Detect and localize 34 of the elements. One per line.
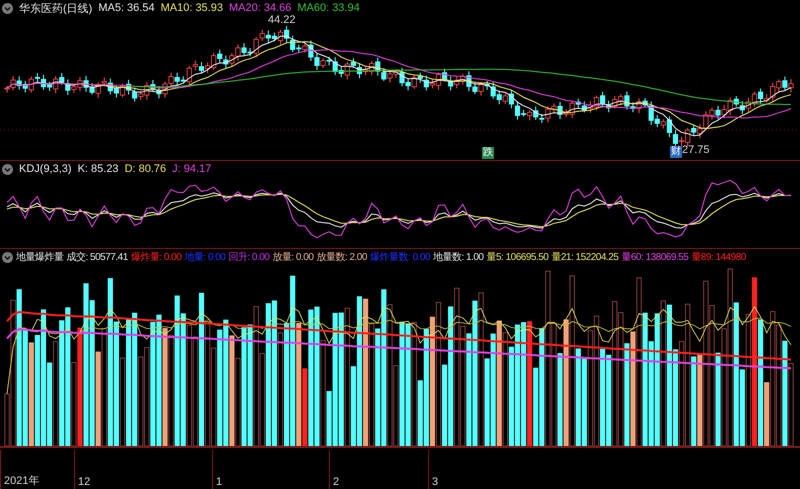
indicator-value: J: 94.17 bbox=[172, 163, 212, 175]
low-price-label: 27.75 bbox=[682, 144, 710, 156]
indicator-value: MA10: 35.93 bbox=[160, 2, 223, 14]
high-price-label: 44.22 bbox=[268, 14, 296, 26]
event-marker[interactable]: 跌 bbox=[482, 147, 494, 159]
indicator-value: 爆炸量: 0.00 bbox=[130, 250, 182, 264]
axis-label: 2 bbox=[329, 450, 340, 489]
indicator-value: K: 85.23 bbox=[78, 163, 119, 175]
indicator-value: MA5: 36.54 bbox=[98, 2, 155, 14]
event-marker[interactable]: 财 bbox=[670, 146, 682, 158]
indicator-value: 成交: 50577.41 bbox=[66, 250, 128, 264]
indicator-value: 地量数: 1.00 bbox=[432, 250, 484, 264]
indicator-value: D: 80.76 bbox=[124, 163, 166, 175]
indicator-value: 量89: 144980 bbox=[691, 251, 746, 264]
indicator-value: MA60: 33.94 bbox=[297, 2, 360, 14]
indicator-value: 放量: 0.00 bbox=[272, 251, 314, 264]
axis-label: 3 bbox=[428, 450, 438, 489]
pane-title: KDJ(9,3,3) bbox=[19, 163, 72, 175]
indicator-value: MA20: 34.66 bbox=[228, 2, 292, 14]
axis-label: 1 bbox=[212, 450, 222, 489]
indicator-value: 爆炸量数: 0.00 bbox=[370, 250, 430, 264]
chevron-down-icon[interactable] bbox=[2, 164, 13, 174]
chevron-down-icon[interactable] bbox=[2, 252, 13, 262]
indicator-value: 量21: 152204.25 bbox=[551, 251, 618, 264]
axis-label: 2021年 bbox=[0, 450, 40, 489]
indicator-value: 放量数: 2.00 bbox=[316, 251, 367, 264]
indicator-value: 量5: 106695.50 bbox=[486, 251, 548, 264]
pane-title: 华东医药(日线) bbox=[19, 2, 92, 16]
axis-label: 12 bbox=[74, 450, 90, 489]
chevron-down-icon[interactable] bbox=[2, 2, 13, 14]
indicator-value: 回升: 0.00 bbox=[228, 250, 270, 264]
indicator-value: 地量: 0.00 bbox=[184, 250, 226, 264]
pane-title: 地量爆炸量 bbox=[16, 250, 64, 264]
indicator-value: 量60: 138069.55 bbox=[621, 251, 688, 264]
